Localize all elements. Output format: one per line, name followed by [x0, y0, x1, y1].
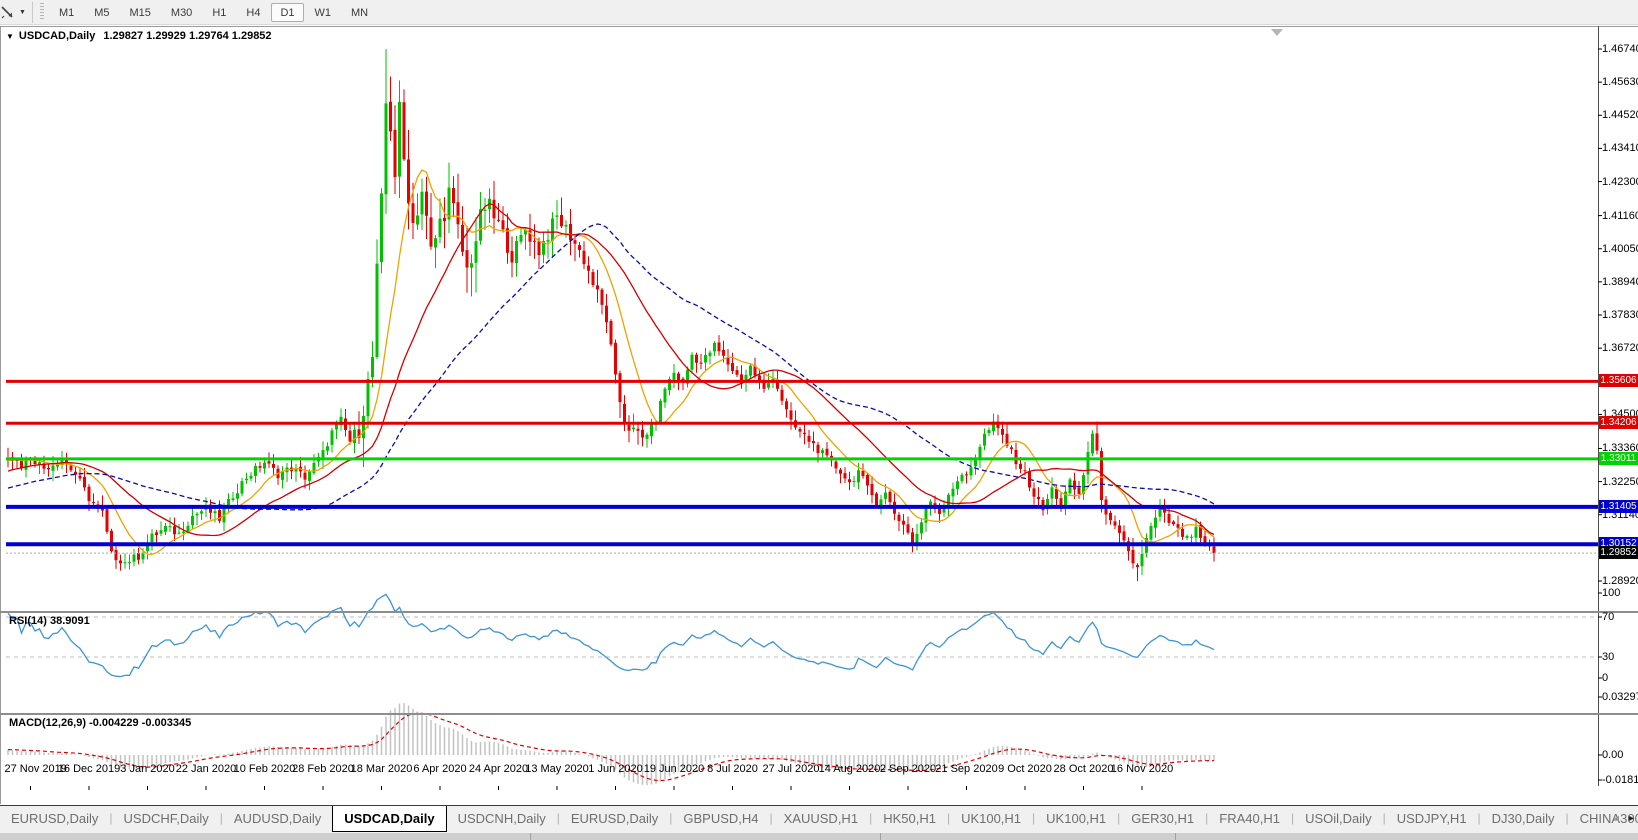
timeframe-button-w1[interactable]: W1 — [306, 3, 341, 22]
price-tick-1.43410: 1.43410 — [1602, 142, 1638, 154]
timeframe-button-h1[interactable]: H1 — [203, 3, 235, 22]
date-tick-19-Jun-2020: 19 Jun 2020 — [644, 763, 705, 775]
timeframe-button-m30[interactable]: M30 — [162, 3, 201, 22]
current-price-badge: 1.29852 — [1599, 546, 1638, 559]
tab-scroll-arrows: ◂ ▸ — [1614, 805, 1634, 832]
symbol-tab-usdchf-1[interactable]: USDCHF,Daily — [113, 806, 220, 832]
date-tick-14-Aug-2020: 14 Aug 2020 — [819, 763, 881, 775]
timeframe-button-m1[interactable]: M1 — [50, 3, 83, 22]
chart-tool-button[interactable]: ▼ — [0, 5, 30, 20]
date-tick-8-Jul-2020: 8 Jul 2020 — [707, 763, 758, 775]
symbol-tab-usdcad-3[interactable]: USDCAD,Daily — [332, 806, 446, 832]
date-tick-3-Jan-2020: 3 Jan 2020 — [120, 763, 174, 775]
price-tick-1.37830: 1.37830 — [1602, 309, 1638, 321]
date-tick-28-Feb-2020: 28 Feb 2020 — [292, 763, 354, 775]
timeframe-button-d1[interactable]: D1 — [271, 3, 303, 22]
tab-scroll-left-icon[interactable]: ◂ — [1614, 813, 1619, 824]
macd-label: MACD(12,26,9) -0.004229 -0.003345 — [9, 717, 191, 729]
macd-tick-0.032972: 0.032972 — [1602, 691, 1638, 703]
date-tick-16-Dec-2019: 16 Dec 2019 — [58, 763, 120, 775]
symbol-tab-usdjpy-14[interactable]: USDJPY,H1 — [1386, 806, 1478, 832]
date-tick-24-Apr-2020: 24 Apr 2020 — [469, 763, 528, 775]
price-badge-1.34206: 1.34206 — [1599, 416, 1638, 429]
date-tick-22-Jan-2020: 22 Jan 2020 — [176, 763, 237, 775]
date-tick-16-Nov-2020: 16 Nov 2020 — [1111, 763, 1173, 775]
date-tick-28-Oct-2020: 28 Oct 2020 — [1054, 763, 1114, 775]
symbol-tab-xauusd-7[interactable]: XAUUSD,H1 — [773, 806, 869, 832]
toolbar: ▼ M1M5M15M30H1H4D1W1MN — [0, 0, 1638, 25]
symbol-tab-bar: EURUSD,Daily|USDCHF,Daily|AUDUSD,DailyUS… — [0, 805, 1638, 832]
symbol-tab-gbpusd-6[interactable]: GBPUSD,H4 — [672, 806, 769, 832]
main-price-panel — [7, 49, 1216, 581]
rsi-tick-30: 30 — [1602, 651, 1638, 663]
symbol-tab-eurusd-5[interactable]: EURUSD,Daily — [560, 806, 669, 832]
rsi-tick-0: 0 — [1602, 672, 1638, 684]
panel-separator[interactable] — [0, 713, 1638, 715]
chart-tool-icon — [1, 5, 16, 20]
rsi-panel — [6, 594, 1598, 676]
timeframe-buttons: M1M5M15M30H1H4D1W1MN — [49, 3, 378, 22]
date-tick-27-Jul-2020: 27 Jul 2020 — [763, 763, 820, 775]
price-tick-1.36720: 1.36720 — [1602, 342, 1638, 354]
ma-line-50 — [8, 224, 1214, 510]
macd-tick-0.00: 0.00 — [1602, 749, 1638, 761]
timeframe-button-h4[interactable]: H4 — [237, 3, 269, 22]
date-tick-13-May-2020: 13 May 2020 — [525, 763, 589, 775]
rsi-tick-100: 100 — [1602, 587, 1638, 599]
bottom-strip — [0, 832, 1638, 840]
chart-canvas[interactable] — [0, 26, 1638, 804]
price-tick-1.42300: 1.42300 — [1602, 176, 1638, 188]
macd-tick--0.018154: -0.018154 — [1602, 774, 1638, 786]
price-tick-1.41160: 1.41160 — [1602, 210, 1638, 222]
date-tick-18-Mar-2020: 18 Mar 2020 — [351, 763, 413, 775]
price-tick-1.46740: 1.46740 — [1602, 43, 1638, 55]
candles-layer — [7, 49, 1216, 581]
price-badge-1.33011: 1.33011 — [1599, 452, 1638, 465]
rsi-tick-70: 70 — [1602, 611, 1638, 623]
symbol-tab-uk100-9[interactable]: UK100,H1 — [950, 806, 1032, 832]
date-tick-1-Jun-2020: 1 Jun 2020 — [588, 763, 642, 775]
price-tick-1.32250: 1.32250 — [1602, 476, 1638, 488]
symbol-tab-usoil-13[interactable]: USOil,Daily — [1294, 806, 1382, 832]
symbol-tab-uk100-10[interactable]: UK100,H1 — [1035, 806, 1117, 832]
symbol-tab-dj30-15[interactable]: DJ30,Daily — [1481, 806, 1566, 832]
date-tick-6-Apr-2020: 6 Apr 2020 — [413, 763, 466, 775]
symbol-tab-hk50-8[interactable]: HK50,H1 — [872, 806, 947, 832]
symbol-tab-ger30-11[interactable]: GER30,H1 — [1120, 806, 1205, 832]
price-tick-1.45630: 1.45630 — [1602, 76, 1638, 88]
symbol-tab-fra40-12[interactable]: FRA40,H1 — [1208, 806, 1291, 832]
symbol-tab-usdcnh-4[interactable]: USDCNH,Daily — [447, 806, 557, 832]
price-tick-1.40050: 1.40050 — [1602, 243, 1638, 255]
price-tick-1.28920: 1.28920 — [1602, 575, 1638, 587]
timeframe-button-m5[interactable]: M5 — [85, 3, 118, 22]
date-tick-10-Feb-2020: 10 Feb 2020 — [234, 763, 296, 775]
price-tick-1.38940: 1.38940 — [1602, 276, 1638, 288]
toolbar-separator — [32, 2, 33, 23]
panel-separator[interactable] — [0, 611, 1638, 613]
timeframe-button-m15[interactable]: M15 — [121, 3, 160, 22]
price-badge-1.35606: 1.35606 — [1599, 374, 1638, 387]
symbol-tab-audusd-2[interactable]: AUDUSD,Daily — [223, 806, 332, 832]
rsi-label: RSI(14) 38.9091 — [9, 615, 90, 627]
date-tick-21-Sep-2020: 21 Sep 2020 — [935, 763, 997, 775]
tab-scroll-right-icon[interactable]: ▸ — [1629, 813, 1634, 824]
rsi-line — [8, 594, 1214, 676]
date-tick-9-Oct-2020: 9 Oct 2020 — [998, 763, 1052, 775]
timeframe-button-mn[interactable]: MN — [342, 3, 377, 22]
chart-shift-marker-icon[interactable] — [1271, 29, 1283, 36]
price-tick-1.44520: 1.44520 — [1602, 109, 1638, 121]
date-tick-2-Sep-2020: 2 Sep 2020 — [880, 763, 936, 775]
symbol-tab-eurusd-0[interactable]: EURUSD,Daily — [0, 806, 109, 832]
mt4-window: ▼ M1M5M15M30H1H4D1W1MN ▼ USDCAD,Daily 1.… — [0, 0, 1638, 840]
ma-line-25 — [8, 204, 1214, 536]
price-badge-1.31405: 1.31405 — [1599, 500, 1638, 513]
chevron-down-icon: ▼ — [19, 9, 26, 16]
toolbar-grip[interactable] — [40, 3, 44, 21]
